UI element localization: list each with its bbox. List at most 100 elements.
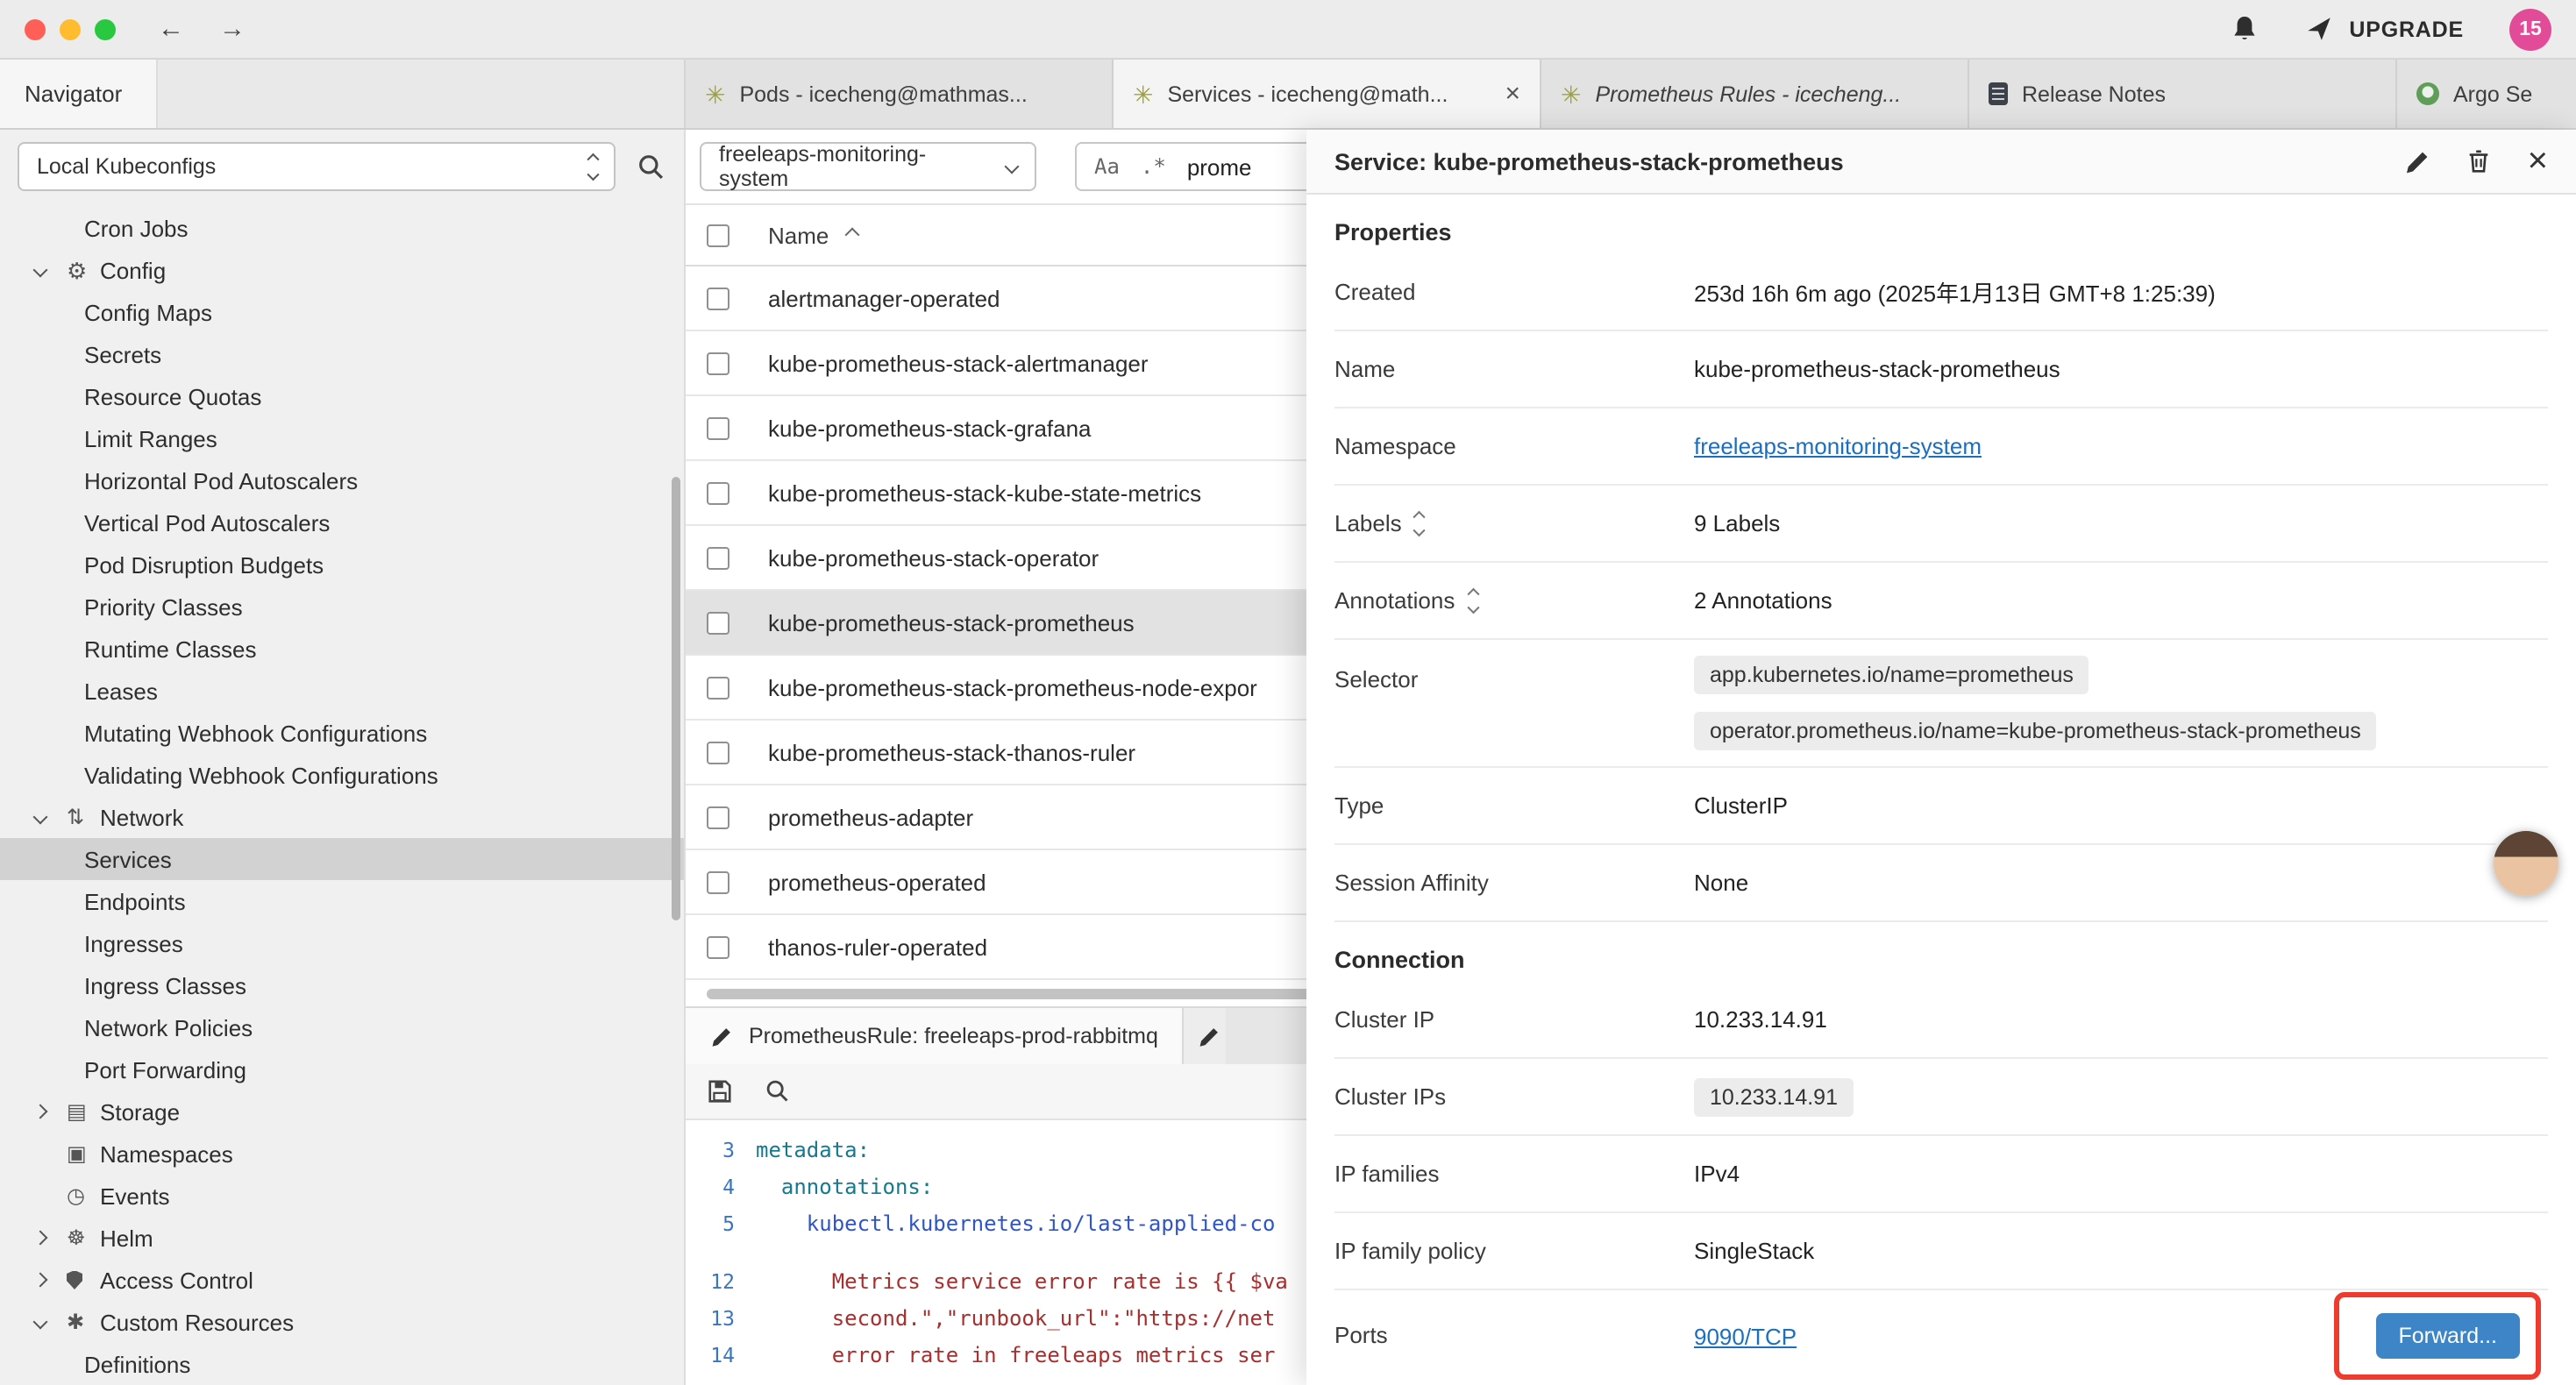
sidebar-item[interactable]: Config [0, 249, 684, 291]
sidebar-item[interactable]: Pod Disruption Budgets [0, 543, 684, 586]
sidebar-item[interactable]: Resource Quotas [0, 375, 684, 417]
sidebar-item[interactable]: Helm [0, 1217, 684, 1259]
port-link[interactable]: 9090/TCP [1694, 1323, 1797, 1349]
tab-label: Services - icecheng@math... [1167, 82, 1448, 106]
chevron-right-icon[interactable] [33, 1104, 48, 1119]
type-row: Type ClusterIP [1334, 768, 2548, 845]
chevron-down-icon[interactable] [33, 1315, 48, 1330]
namespaces-icon [67, 1143, 100, 1164]
sidebar-item[interactable]: Validating Webhook Configurations [0, 754, 684, 796]
sidebar-item[interactable]: Events [0, 1175, 684, 1217]
expand-updown-icon[interactable] [1416, 514, 1424, 533]
avatar[interactable] [2494, 831, 2558, 896]
forward-icon[interactable] [219, 16, 246, 42]
sidebar-item[interactable]: Runtime Classes [0, 628, 684, 670]
sidebar-item[interactable]: Config Maps [0, 291, 684, 333]
line-text: metadata: [756, 1137, 870, 1161]
edit-icon[interactable] [2405, 148, 2431, 174]
sidebar-item[interactable]: Namespaces [0, 1133, 684, 1175]
chevron-slot [35, 1275, 67, 1285]
sidebar-item[interactable]: Leases [0, 670, 684, 712]
navigator-panel-tab[interactable]: Navigator [0, 60, 158, 128]
name-column-header[interactable]: Name [768, 222, 829, 248]
close-drawer-icon[interactable] [2528, 144, 2548, 179]
select-checkbox[interactable] [707, 676, 729, 699]
sidebar-search-icon[interactable] [637, 152, 666, 181]
sidebar-scrollbar[interactable] [672, 477, 680, 920]
kube-icon [1561, 82, 1581, 106]
sidebar-item[interactable]: Endpoints [0, 880, 684, 922]
upgrade-button[interactable]: UPGRADE [2303, 14, 2464, 44]
select-checkbox[interactable] [707, 352, 729, 374]
upgrade-label: UPGRADE [2349, 17, 2464, 41]
editor-tab-next[interactable] [1185, 1008, 1227, 1064]
namespace-select[interactable]: freeleaps-monitoring-system [700, 142, 1036, 191]
kubeconfig-select[interactable]: Local Kubeconfigs [18, 142, 616, 191]
close-tab-icon[interactable] [1491, 81, 1520, 107]
sidebar-item[interactable]: Access Control [0, 1259, 684, 1301]
notification-count-badge[interactable]: 15 [2509, 8, 2551, 50]
sidebar-item[interactable]: Cron Jobs [0, 207, 684, 249]
select-checkbox[interactable] [707, 546, 729, 569]
app-tab[interactable]: Pods - icecheng@mathmas... [686, 60, 1114, 128]
line-number: 4 [686, 1174, 756, 1198]
chevron-down-icon[interactable] [33, 810, 48, 825]
select-checkbox[interactable] [707, 741, 729, 764]
select-checkbox[interactable] [707, 481, 729, 504]
app-tab[interactable]: Argo Se [2397, 60, 2576, 128]
sidebar-item[interactable]: Services [0, 838, 684, 880]
app-tab[interactable]: Services - icecheng@math... [1114, 60, 1541, 128]
app-tab[interactable]: Release Notes [1969, 60, 2397, 128]
navigator-sidebar: Local Kubeconfigs [0, 130, 686, 1385]
sidebar-item[interactable]: Network Policies [0, 1006, 684, 1048]
custom-resources-icon [67, 1311, 100, 1332]
match-case-toggle[interactable]: Aa [1094, 154, 1120, 179]
sidebar-item-label: Network [100, 804, 183, 830]
notifications-bell-icon[interactable] [2230, 14, 2258, 44]
sidebar-item[interactable]: Limit Ranges [0, 417, 684, 459]
selector-chip: app.kubernetes.io/name=prometheus [1694, 656, 2089, 694]
chevron-right-icon[interactable] [33, 1273, 48, 1288]
chevron-down-icon [1005, 160, 1020, 174]
select-checkbox[interactable] [707, 806, 729, 828]
select-checkbox[interactable] [707, 611, 729, 634]
sidebar-item[interactable]: Mutating Webhook Configurations [0, 712, 684, 754]
sidebar-item[interactable]: Secrets [0, 333, 684, 375]
regex-toggle[interactable]: .* [1141, 154, 1166, 179]
minimize-window-button[interactable] [60, 18, 81, 39]
select-checkbox[interactable] [707, 870, 729, 893]
sidebar-item[interactable]: Storage [0, 1090, 684, 1133]
save-icon[interactable] [707, 1078, 733, 1104]
select-checkbox[interactable] [707, 416, 729, 439]
chevron-right-icon[interactable] [33, 1231, 48, 1246]
select-checkbox[interactable] [707, 287, 729, 309]
sidebar-item[interactable]: Vertical Pod Autoscalers [0, 501, 684, 543]
editor-search-icon[interactable] [765, 1078, 791, 1104]
line-number: 5 [686, 1211, 756, 1235]
back-icon[interactable] [158, 16, 184, 42]
sidebar-item[interactable]: Priority Classes [0, 586, 684, 628]
sidebar-item[interactable]: Custom Resources [0, 1301, 684, 1343]
app-tab[interactable]: Prometheus Rules - icecheng... [1541, 60, 1969, 128]
sidebar-item[interactable]: Port Forwarding [0, 1048, 684, 1090]
sidebar-item[interactable]: Definitions [0, 1343, 684, 1385]
expand-updown-icon[interactable] [1469, 591, 1477, 610]
sidebar-item[interactable]: Ingress Classes [0, 964, 684, 1006]
port-forward-button[interactable]: Forward... [2375, 1313, 2520, 1359]
namespace-link[interactable]: freeleaps-monitoring-system [1694, 433, 1982, 459]
select-all-checkbox[interactable] [707, 224, 729, 246]
select-checkbox[interactable] [707, 935, 729, 958]
zoom-window-button[interactable] [95, 18, 116, 39]
cluster-ip-row: Cluster IP 10.233.14.91 [1334, 982, 2548, 1059]
created-row: Created 253d 16h 6m ago (2025年1月13日 GMT+… [1334, 254, 2548, 331]
chevron-down-icon[interactable] [33, 263, 48, 278]
sidebar-item[interactable]: Network [0, 796, 684, 838]
close-window-button[interactable] [25, 18, 46, 39]
editor-tab[interactable]: PrometheusRule: freeleaps-prod-rabbitmq [686, 1008, 1185, 1064]
shield-icon [67, 1270, 100, 1289]
sidebar-item[interactable]: Ingresses [0, 922, 684, 964]
sidebar-item[interactable]: Horizontal Pod Autoscalers [0, 459, 684, 501]
sidebar-item-label: Vertical Pod Autoscalers [84, 509, 330, 536]
line-number: 12 [686, 1268, 756, 1293]
trash-icon[interactable] [2466, 147, 2493, 175]
